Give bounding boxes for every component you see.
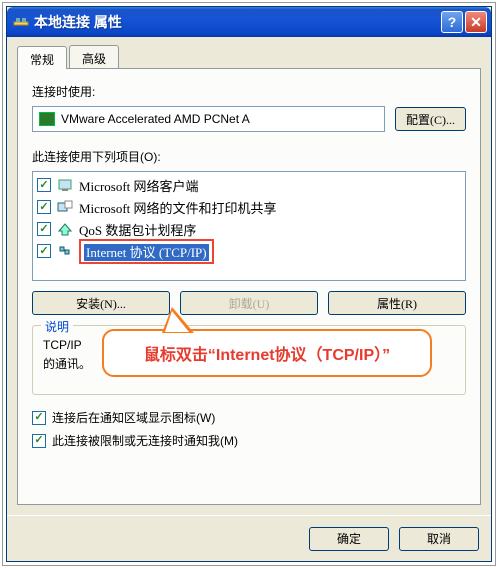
protocol-icon [57, 243, 73, 259]
qos-icon [57, 221, 73, 237]
cancel-button[interactable]: 取消 [399, 527, 479, 551]
list-item-label: Microsoft 网络的文件和打印机共享 [79, 198, 277, 217]
list-item-label: Internet 协议 (TCP/IP) [79, 239, 214, 264]
properties-button[interactable]: 属性(R) [328, 291, 466, 315]
client-icon [57, 177, 73, 193]
group-title: 说明 [41, 318, 73, 335]
show-icon-option[interactable]: ✓ 连接后在通知区域显示图标(W) [32, 409, 466, 426]
ok-button[interactable]: 确定 [309, 527, 389, 551]
adapter-field[interactable]: VMware Accelerated AMD PCNet A [32, 106, 385, 132]
nic-icon [39, 112, 55, 126]
tab-bar: 常规 高级 [17, 45, 481, 68]
list-item-label: QoS 数据包计划程序 [79, 220, 196, 239]
tab-advanced[interactable]: 高级 [69, 45, 119, 68]
client-area: 常规 高级 连接时使用: VMware Accelerated AMD PCNe… [7, 37, 491, 515]
button-bar: 确定 取消 [7, 515, 491, 561]
items-label: 此连接使用下列项目(O): [32, 148, 466, 165]
checkbox[interactable]: ✓ [32, 411, 46, 425]
list-item[interactable]: ✓ Microsoft 网络客户端 [33, 174, 465, 196]
list-item[interactable]: ✓ QoS 数据包计划程序 [33, 218, 465, 240]
titlebar[interactable]: 本地连接 属性 ? ✕ [7, 7, 491, 37]
checkbox[interactable]: ✓ [37, 222, 51, 236]
configure-button[interactable]: 配置(C)... [395, 107, 466, 131]
checkbox[interactable]: ✓ [32, 434, 46, 448]
window-title: 本地连接 属性 [34, 12, 441, 32]
connect-using-label: 连接时使用: [32, 83, 466, 100]
components-list[interactable]: ✓ Microsoft 网络客户端 ✓ Microsoft 网络的文件和打印机共… [32, 171, 466, 281]
help-button[interactable]: ? [441, 11, 463, 33]
tab-body: 连接时使用: VMware Accelerated AMD PCNet A 配置… [17, 68, 481, 505]
close-button[interactable]: ✕ [465, 11, 487, 33]
app-icon [13, 14, 29, 30]
properties-dialog: 本地连接 属性 ? ✕ 常规 高级 连接时使用: VMware Accelera… [6, 6, 492, 562]
checkbox[interactable]: ✓ [37, 200, 51, 214]
share-icon [57, 199, 73, 215]
tab-general[interactable]: 常规 [17, 46, 67, 69]
uninstall-button: 卸载(U) [180, 291, 318, 315]
adapter-name: VMware Accelerated AMD PCNet A [61, 112, 250, 126]
checkbox[interactable]: ✓ [37, 178, 51, 192]
list-item-label: Microsoft 网络客户端 [79, 176, 199, 195]
list-item-selected[interactable]: ✓ Internet 协议 (TCP/IP) [33, 240, 465, 262]
list-item[interactable]: ✓ Microsoft 网络的文件和打印机共享 [33, 196, 465, 218]
install-button[interactable]: 安装(N)... [32, 291, 170, 315]
checkbox[interactable]: ✓ [37, 244, 51, 258]
tooltip-callout: 鼠标双击“Internet协议（TCP/IP）” [102, 329, 432, 377]
callout-text: 鼠标双击“Internet协议（TCP/IP）” [144, 341, 390, 365]
checkbox-label: 此连接被限制或无连接时通知我(M) [52, 432, 238, 449]
checkbox-label: 连接后在通知区域显示图标(W) [52, 409, 215, 426]
notify-option[interactable]: ✓ 此连接被限制或无连接时通知我(M) [32, 432, 466, 449]
